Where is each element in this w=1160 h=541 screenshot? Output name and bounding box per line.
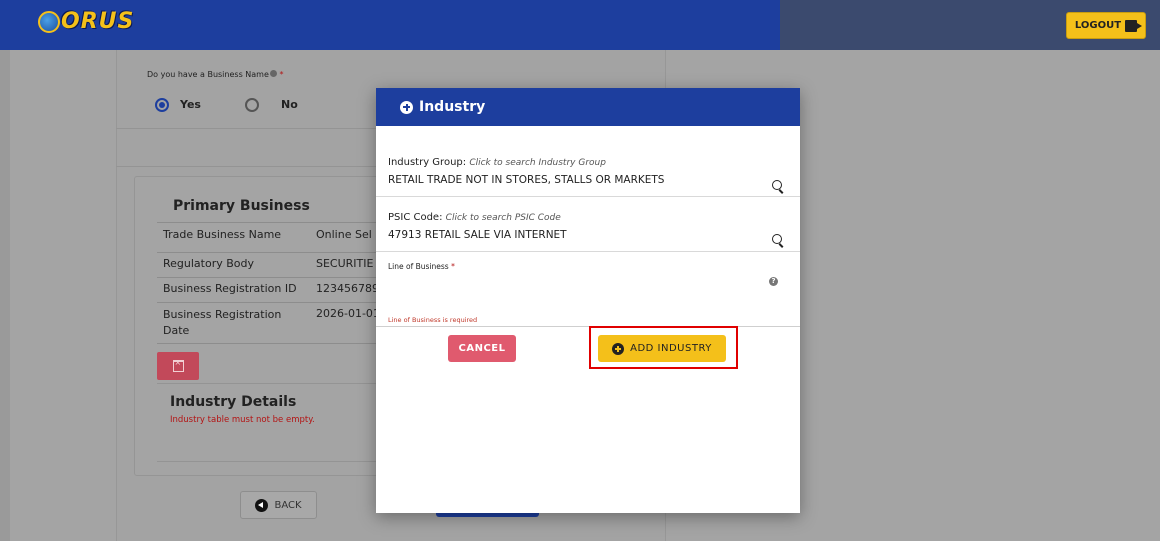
table-row: Regulatory Body SECURITIE: [157, 253, 377, 278]
row-value: 123456789: [316, 282, 376, 295]
line-of-business-field[interactable]: Line of Business *: [388, 262, 455, 271]
add-circle-icon: [400, 100, 413, 114]
divider: [157, 383, 377, 384]
industry-modal: Industry Industry Group: Click to search…: [376, 88, 800, 513]
industry-group-hint[interactable]: Click to search Industry Group: [469, 158, 606, 168]
logout-icon: [1125, 19, 1143, 32]
required-mark: *: [451, 262, 455, 271]
cancel-button[interactable]: CANCEL: [448, 335, 516, 362]
row-key: Business Registration ID: [163, 282, 297, 295]
radio-yes[interactable]: [155, 98, 169, 112]
row-key: Regulatory Body: [163, 257, 255, 270]
back-button[interactable]: BACK: [240, 491, 317, 519]
industry-details-title: Industry Details: [170, 394, 297, 410]
row-key: Business Registration Date: [163, 308, 282, 337]
primary-business-title: Primary Business: [173, 198, 310, 214]
radio-yes-label[interactable]: Yes: [180, 98, 201, 111]
table-row: Trade Business Name Online Sel: [157, 228, 377, 253]
psic-value[interactable]: 47913 RETAIL SALE VIA INTERNET: [388, 229, 567, 241]
highlight-box: [589, 326, 738, 369]
field-underline: [376, 196, 800, 197]
modal-title: Industry: [419, 99, 486, 115]
logo-text: ORUS: [61, 9, 135, 34]
logout-label: LOGOUT: [1074, 20, 1122, 31]
cancel-label: CANCEL: [458, 343, 506, 354]
row-key: Trade Business Name: [163, 228, 282, 241]
search-icon[interactable]: [772, 180, 782, 190]
table-row: Business Registration ID 123456789: [157, 278, 377, 303]
industry-error: Industry table must not be empty.: [170, 415, 315, 425]
psic-hint[interactable]: Click to search PSIC Code: [446, 213, 561, 223]
row-value: SECURITIE: [316, 257, 374, 270]
psic-label[interactable]: PSIC Code: Click to search PSIC Code: [388, 212, 561, 223]
lob-label-text: Line of Business: [388, 262, 449, 271]
question-text: Do you have a Business Name: [147, 70, 269, 79]
help-icon: [269, 70, 277, 77]
delete-business-button[interactable]: [157, 352, 199, 380]
field-underline: [376, 251, 800, 252]
modal-header: Industry: [376, 88, 800, 126]
row-value: Online Sel: [316, 228, 372, 241]
archive-delete-icon: [172, 358, 184, 372]
table-row: Business Registration Date 2026-01-01: [157, 303, 377, 344]
radio-no[interactable]: [245, 98, 259, 112]
search-icon[interactable]: [772, 234, 782, 244]
required-mark: *: [279, 70, 284, 79]
page-left-edge: [0, 50, 10, 541]
row-value: 2026-01-01: [316, 307, 376, 320]
globe-logo-icon: [38, 10, 60, 33]
lob-error: Line of Business is required: [388, 316, 478, 324]
industry-group-value[interactable]: RETAIL TRADE NOT IN STORES, STALLS OR MA…: [388, 174, 664, 186]
divider: [157, 461, 377, 462]
industry-group-label-text: Industry Group:: [388, 157, 467, 168]
app-logo[interactable]: ORUS: [38, 9, 134, 34]
help-icon[interactable]: ?: [769, 277, 778, 286]
psic-label-text: PSIC Code:: [388, 212, 443, 223]
back-label: BACK: [274, 499, 302, 511]
table-top-border: [157, 222, 377, 223]
business-name-question: Do you have a Business Name *: [147, 70, 283, 79]
back-arrow-icon: [255, 498, 269, 512]
logout-button[interactable]: LOGOUT: [1066, 12, 1146, 39]
industry-group-label[interactable]: Industry Group: Click to search Industry…: [388, 157, 606, 168]
radio-no-label[interactable]: No: [281, 98, 298, 111]
